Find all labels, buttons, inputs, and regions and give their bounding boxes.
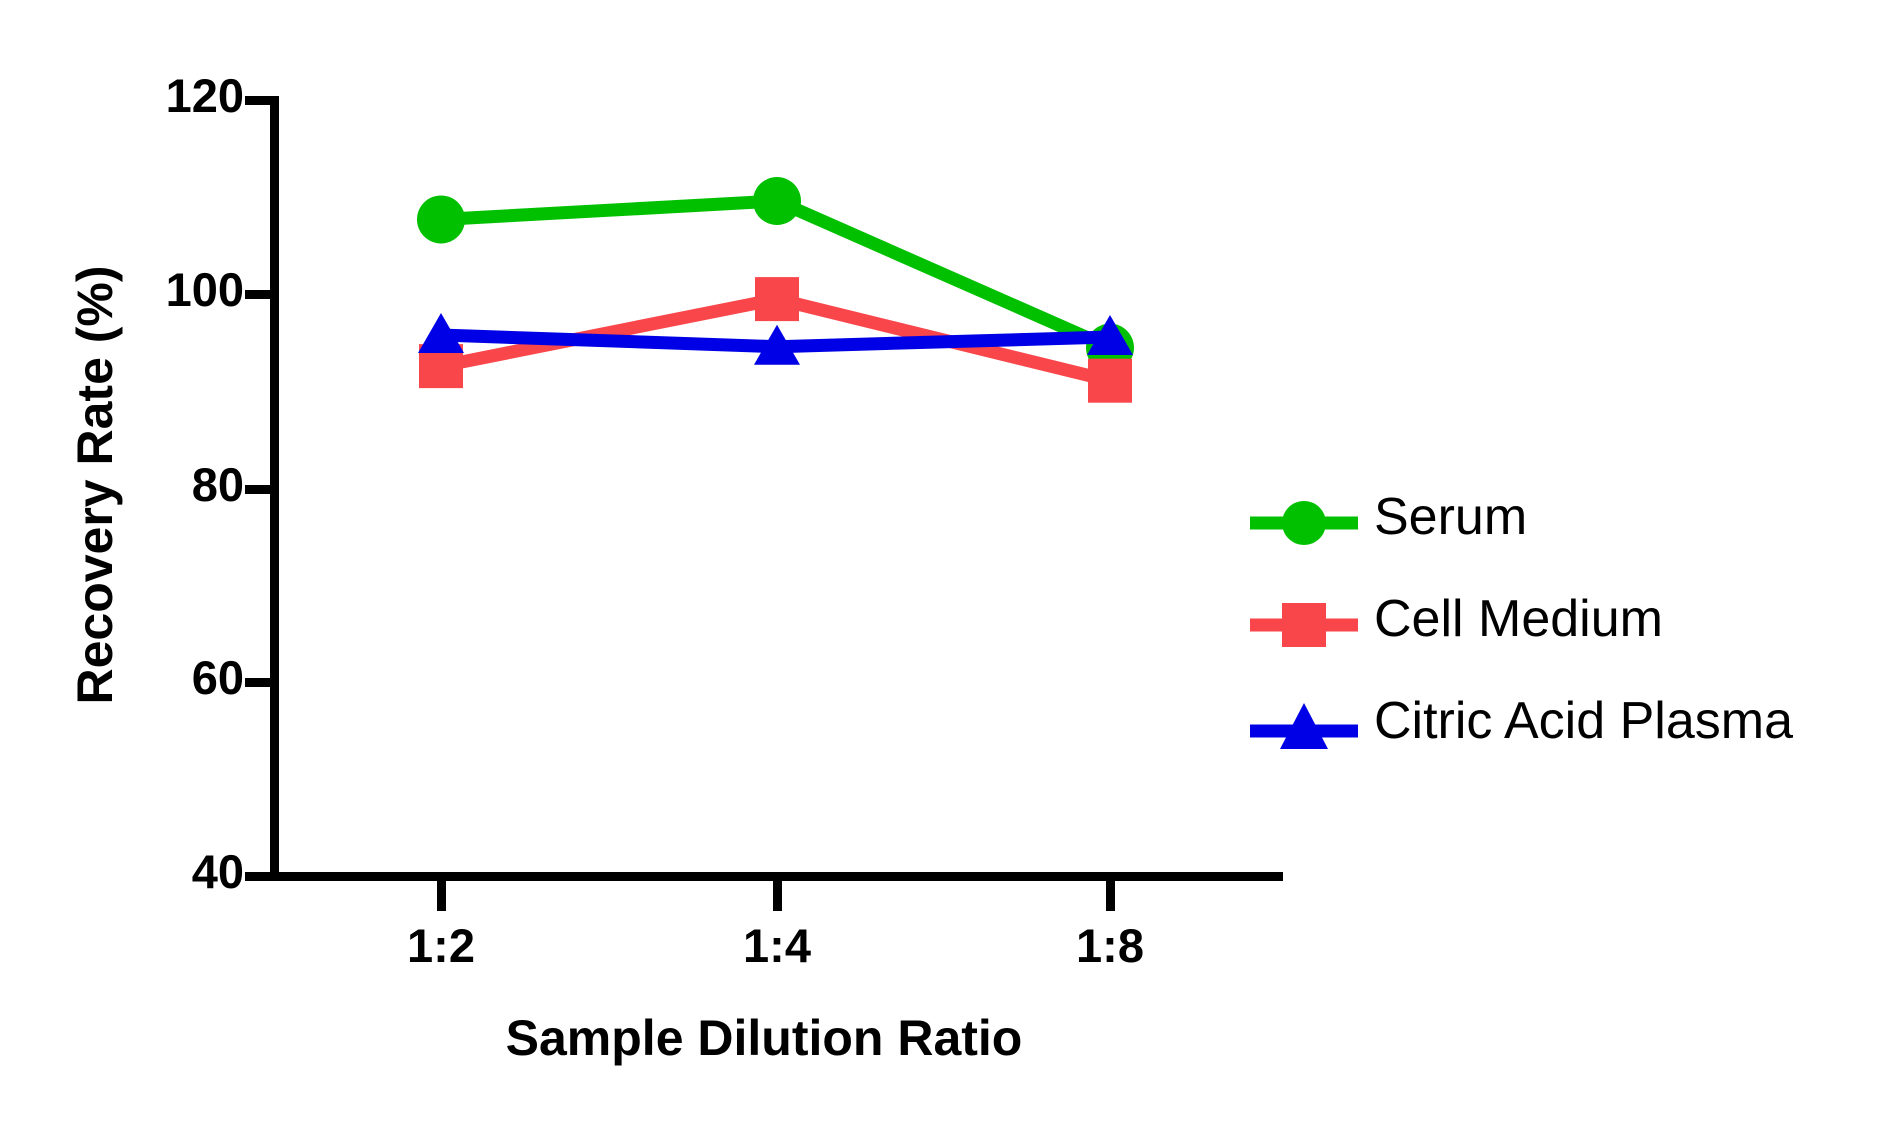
square-marker-icon [1250,603,1358,647]
plot-area [417,177,1134,403]
legend-label-citric-acid-plasma: Citric Acid Plasma [1374,692,1793,750]
legend-label-cell-medium: Cell Medium [1374,590,1663,648]
recovery-rate-line-chart: 120 100 80 60 40 1:2 1:4 1:8 Recovery Ra… [0,0,1884,1124]
triangle-marker-icon [1250,703,1358,749]
legend-label-serum: Serum [1374,488,1528,546]
circle-marker-icon [1250,501,1358,545]
